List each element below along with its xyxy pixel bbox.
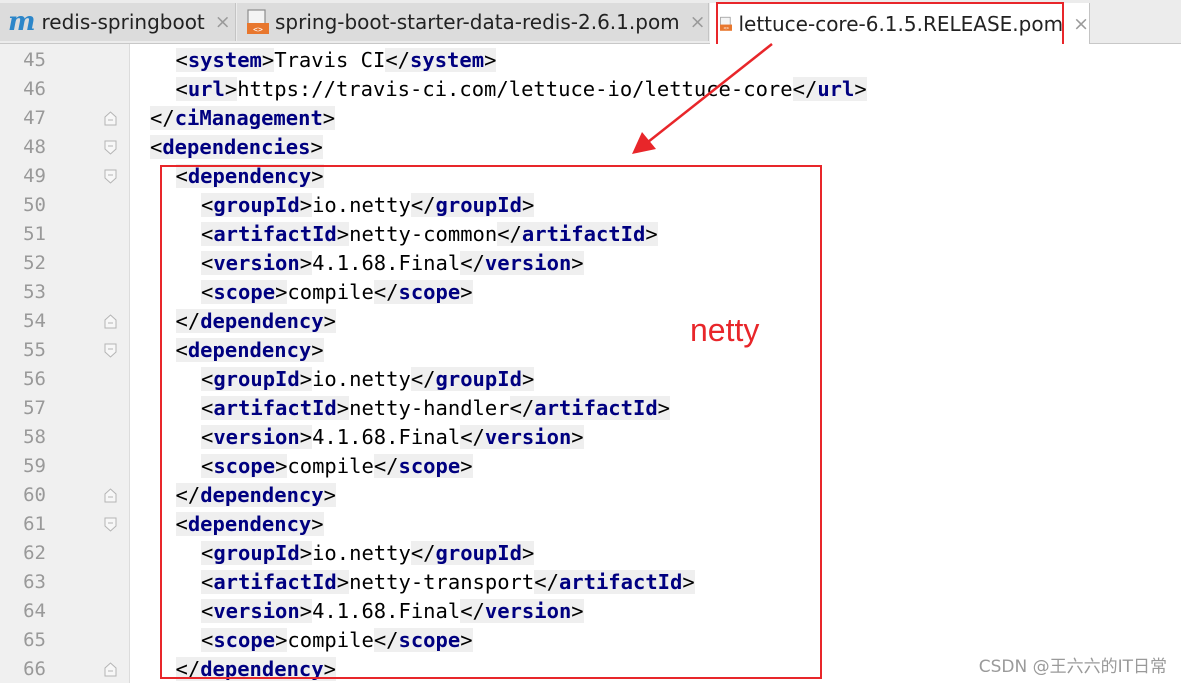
fold-collapse-icon[interactable] xyxy=(104,140,117,155)
tag-name: url xyxy=(187,77,225,101)
line-number: 53 xyxy=(23,281,46,303)
editor-tab-bar: m redis-springboot × <> spring-boot-star… xyxy=(0,0,1181,44)
tag-name: ciManagement xyxy=(174,106,323,130)
line-number: 61 xyxy=(23,513,46,535)
line-number: 60 xyxy=(23,484,46,506)
line-number: 51 xyxy=(23,223,46,245)
line-number: 66 xyxy=(23,658,46,680)
line-number: 50 xyxy=(23,194,46,216)
tab-label: lettuce-core-6.1.5.RELEASE.pom xyxy=(738,11,1064,36)
code-content: </ciManagement> xyxy=(150,104,336,133)
code-line[interactable]: 46 <url>https://travis-ci.com/lettuce-io/… xyxy=(0,75,1181,104)
tag-name: system xyxy=(187,48,262,72)
opening-tag: <url> xyxy=(175,77,238,101)
line-number: 59 xyxy=(23,455,46,477)
line-number: 56 xyxy=(23,368,46,390)
netty-dependencies-highlight-box xyxy=(160,165,822,679)
close-icon[interactable]: × xyxy=(690,11,706,33)
line-number: 62 xyxy=(23,542,46,564)
line-number: 64 xyxy=(23,600,46,622)
element-value: Travis CI xyxy=(274,48,386,72)
line-number: 52 xyxy=(23,252,46,274)
tag-name: system xyxy=(410,48,485,72)
line-number: 63 xyxy=(23,571,46,593)
opening-tag: <system> xyxy=(175,48,275,72)
line-number: 54 xyxy=(23,310,46,332)
line-number: 46 xyxy=(23,78,46,100)
fold-collapse-icon[interactable] xyxy=(104,343,117,358)
tab-redis-springboot[interactable]: m redis-springboot × xyxy=(0,3,236,41)
code-line[interactable]: 45 <system>Travis CI</system> xyxy=(0,46,1181,75)
line-number: 58 xyxy=(23,426,46,448)
closing-tag: </ciManagement> xyxy=(150,106,336,130)
code-line[interactable]: 47 </ciManagement> xyxy=(0,104,1181,133)
m-letter-icon: m xyxy=(8,7,36,37)
tag-name: dependencies xyxy=(162,135,311,159)
svg-text:<>: <> xyxy=(253,25,263,34)
line-number: 57 xyxy=(23,397,46,419)
line-number: 48 xyxy=(23,136,46,158)
closing-tag: </url> xyxy=(792,77,867,101)
close-icon[interactable]: × xyxy=(215,11,231,33)
svg-text:<>: <> xyxy=(724,26,730,31)
fold-end-icon[interactable] xyxy=(104,111,117,126)
fold-collapse-icon[interactable] xyxy=(104,517,117,532)
tab-spring-boot-starter-data-redis-pom[interactable]: <> spring-boot-starter-data-redis-2.6.1.… xyxy=(237,3,709,41)
fold-collapse-icon[interactable] xyxy=(104,169,117,184)
code-content: <url>https://travis-ci.com/lettuce-io/le… xyxy=(175,75,867,104)
fold-end-icon[interactable] xyxy=(104,314,117,329)
code-line[interactable]: 48 <dependencies> xyxy=(0,133,1181,162)
close-icon[interactable]: × xyxy=(1073,13,1089,35)
code-content: <dependencies> xyxy=(150,133,323,162)
fold-end-icon[interactable] xyxy=(104,662,117,677)
tab-lettuce-core-pom[interactable]: <> lettuce-core-6.1.5.RELEASE.pom × xyxy=(710,3,1090,44)
watermark: CSDN @王六六的IT日常 xyxy=(978,657,1167,677)
line-number: 45 xyxy=(23,49,46,71)
tab-label: redis-springboot xyxy=(41,10,205,34)
line-number: 55 xyxy=(23,339,46,361)
code-content: <system>Travis CI</system> xyxy=(175,46,497,75)
closing-tag: </system> xyxy=(385,48,497,72)
line-number: 47 xyxy=(23,107,46,129)
pom-file-icon: <> xyxy=(720,16,733,31)
line-number: 49 xyxy=(23,165,46,187)
pom-file-icon: <> xyxy=(247,9,269,34)
netty-annotation-label: netty xyxy=(690,312,760,348)
element-value: https://travis-ci.com/lettuce-io/lettuce… xyxy=(237,77,793,101)
fold-end-icon[interactable] xyxy=(104,488,117,503)
tag-name: url xyxy=(817,77,855,101)
opening-tag: <dependencies> xyxy=(150,135,323,159)
tab-label: spring-boot-starter-data-redis-2.6.1.pom xyxy=(275,10,680,34)
line-number: 65 xyxy=(23,629,46,651)
